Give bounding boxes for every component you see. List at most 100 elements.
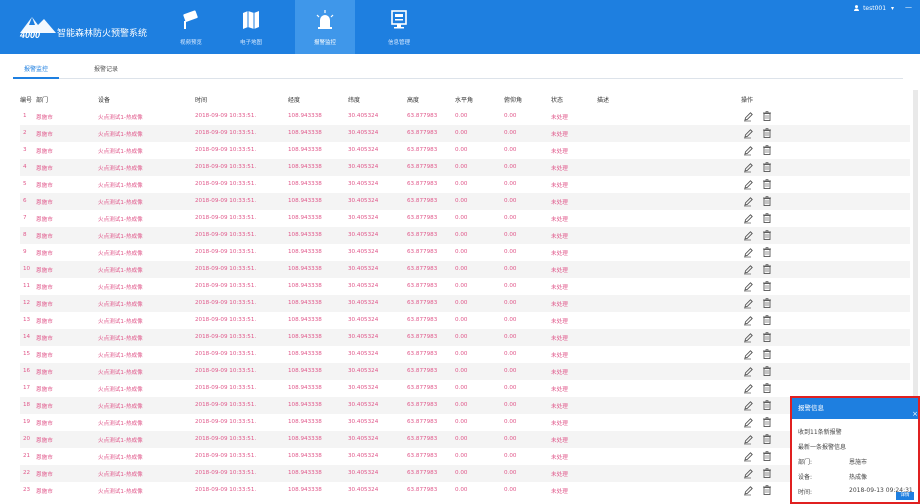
edit-pencil-icon[interactable] [742,331,754,343]
edit-pencil-icon[interactable] [742,178,754,190]
cell-horizontal-angle: 0.00 [455,283,468,289]
table-row[interactable]: 10 恩施市 火点测试1-热成像 2018-09-09 10:33:51. 108.94… [20,261,910,278]
cell-vertical-angle: 0.00 [504,402,517,408]
table-row[interactable]: 17 恩施市 火点测试1-热成像 2018-09-09 10:33:51. 108.94… [20,380,910,397]
table-row[interactable]: 4 恩施市 火点测试1-热成像 2018-09-09 10:33:51. 108.943… [20,159,910,176]
edit-pencil-icon[interactable] [742,314,754,326]
delete-trash-icon[interactable] [761,144,773,156]
edit-pencil-icon[interactable] [742,297,754,309]
delete-trash-icon[interactable] [761,450,773,462]
edit-pencil-icon[interactable] [742,127,754,139]
cell-status: 未处理 [551,455,568,461]
edit-pencil-icon[interactable] [742,399,754,411]
cell-latitude: 30.405324 [348,402,379,408]
cell-latitude: 30.405324 [348,317,379,323]
delete-trash-icon[interactable] [761,161,773,173]
edit-pencil-icon[interactable] [742,263,754,275]
table-row[interactable]: 6 恩施市 火点测试1-热成像 2018-09-09 10:33:51. 108.943… [20,193,910,210]
delete-trash-icon[interactable] [761,263,773,275]
cell-id: 4 [23,164,27,170]
edit-pencil-icon[interactable] [742,382,754,394]
table-row[interactable]: 14 恩施市 火点测试1-热成像 2018-09-09 10:33:51. 108.94… [20,329,910,346]
close-icon[interactable]: × [912,404,918,425]
table-row[interactable]: 20 恩施市 火点测试1-热成像 2018-09-09 10:33:51. 108.94… [20,431,910,448]
table-row[interactable]: 11 恩施市 火点测试1-热成像 2018-09-09 10:33:51. 108.94… [20,278,910,295]
table-row[interactable]: 15 恩施市 火点测试1-热成像 2018-09-09 10:33:51. 108.94… [20,346,910,363]
cell-horizontal-angle: 0.00 [455,385,468,391]
delete-trash-icon[interactable] [761,297,773,309]
table-row[interactable]: 13 恩施市 火点测试1-热成像 2018-09-09 10:33:51. 108.94… [20,312,910,329]
cell-dept: 恩施市 [36,183,53,189]
minimize-icon[interactable]: — [905,3,912,11]
edit-pencil-icon[interactable] [742,280,754,292]
edit-pencil-icon[interactable] [742,365,754,377]
popup-count: 收到11条新报警 [798,429,842,436]
delete-trash-icon[interactable] [761,382,773,394]
edit-pencil-icon[interactable] [742,484,754,496]
delete-trash-icon[interactable] [761,433,773,445]
delete-trash-icon[interactable] [761,195,773,207]
popup-detail-button[interactable]: 详情 [896,492,914,500]
delete-trash-icon[interactable] [761,178,773,190]
edit-pencil-icon[interactable] [742,161,754,173]
cell-id: 15 [23,351,31,357]
edit-pencil-icon[interactable] [742,229,754,241]
nav-video-preview[interactable]: 视频预览 [161,0,221,54]
table-row[interactable]: 21 恩施市 火点测试1-热成像 2018-09-09 10:33:51. 108.94… [20,448,910,465]
table-row[interactable]: 9 恩施市 火点测试1-热成像 2018-09-09 10:33:51. 108.943… [20,244,910,261]
edit-pencil-icon[interactable] [742,195,754,207]
table-row[interactable]: 5 恩施市 火点测试1-热成像 2018-09-09 10:33:51. 108.943… [20,176,910,193]
delete-trash-icon[interactable] [761,280,773,292]
delete-trash-icon[interactable] [761,246,773,258]
cell-time: 2018-09-09 10:33:51. [195,215,257,221]
table-row[interactable]: 7 恩施市 火点测试1-热成像 2018-09-09 10:33:51. 108.943… [20,210,910,227]
table-row[interactable]: 1 恩施市 火点测试1-热成像 2018-09-09 10:33:51. 108.943… [20,108,910,125]
table-row[interactable]: 16 恩施市 火点测试1-热成像 2018-09-09 10:33:51. 108.94… [20,363,910,380]
cell-status: 未处理 [551,302,568,308]
cell-vertical-angle: 0.00 [504,470,517,476]
table-row[interactable]: 8 恩施市 火点测试1-热成像 2018-09-09 10:33:51. 108.943… [20,227,910,244]
delete-trash-icon[interactable] [761,229,773,241]
edit-pencil-icon[interactable] [742,144,754,156]
delete-trash-icon[interactable] [761,110,773,122]
edit-pencil-icon[interactable] [742,212,754,224]
table-row[interactable]: 3 恩施市 火点测试1-热成像 2018-09-09 10:33:51. 108.943… [20,142,910,159]
cell-vertical-angle: 0.00 [504,215,517,221]
delete-trash-icon[interactable] [761,416,773,428]
delete-trash-icon[interactable] [761,331,773,343]
edit-pencil-icon[interactable] [742,467,754,479]
tab-alarm-records[interactable]: 报警记录 [83,62,129,79]
delete-trash-icon[interactable] [761,348,773,360]
edit-pencil-icon[interactable] [742,110,754,122]
tab-alarm-monitor[interactable]: 报警监控 [13,62,59,79]
edit-pencil-icon[interactable] [742,348,754,360]
delete-trash-icon[interactable] [761,127,773,139]
table-row[interactable]: 12 恩施市 火点测试1-热成像 2018-09-09 10:33:51. 108.94… [20,295,910,312]
nav-info-manage[interactable]: 信息管理 [369,0,429,54]
delete-trash-icon[interactable] [761,484,773,496]
delete-trash-icon[interactable] [761,365,773,377]
delete-trash-icon[interactable] [761,467,773,479]
table-row[interactable]: 18 恩施市 火点测试1-热成像 2018-09-09 10:33:51. 108.94… [20,397,910,414]
table-row[interactable]: 2 恩施市 火点测试1-热成像 2018-09-09 10:33:51. 108.943… [20,125,910,142]
user-menu[interactable]: test001 ▾ [854,5,894,12]
cell-latitude: 30.405324 [348,453,379,459]
delete-trash-icon[interactable] [761,314,773,326]
cell-device: 火点测试1-热成像 [98,438,143,444]
edit-pencil-icon[interactable] [742,433,754,445]
logo-text: 4000 [20,30,41,40]
delete-trash-icon[interactable] [761,399,773,411]
cell-vertical-angle: 0.00 [504,334,517,340]
table-row[interactable]: 19 恩施市 火点测试1-热成像 2018-09-09 10:33:51. 108.94… [20,414,910,431]
cell-id: 2 [23,130,27,136]
nav-e-map[interactable]: 电子地图 [221,0,281,54]
edit-pencil-icon[interactable] [742,246,754,258]
edit-pencil-icon[interactable] [742,416,754,428]
nav-alarm-monitor[interactable]: 报警监控 [295,0,355,54]
top-header: 4000 智能森林防火预警系统 视频预览 电子地图 报警监控 信息管理 test… [0,0,920,54]
edit-pencil-icon[interactable] [742,450,754,462]
table-row[interactable]: 22 恩施市 火点测试1-热成像 2018-09-09 10:33:51. 108.94… [20,465,910,482]
delete-trash-icon[interactable] [761,212,773,224]
cell-dept: 恩施市 [36,302,53,308]
table-row[interactable]: 23 恩施市 火点测试1-热成像 2018-09-09 10:33:51. 108.94… [20,482,910,499]
